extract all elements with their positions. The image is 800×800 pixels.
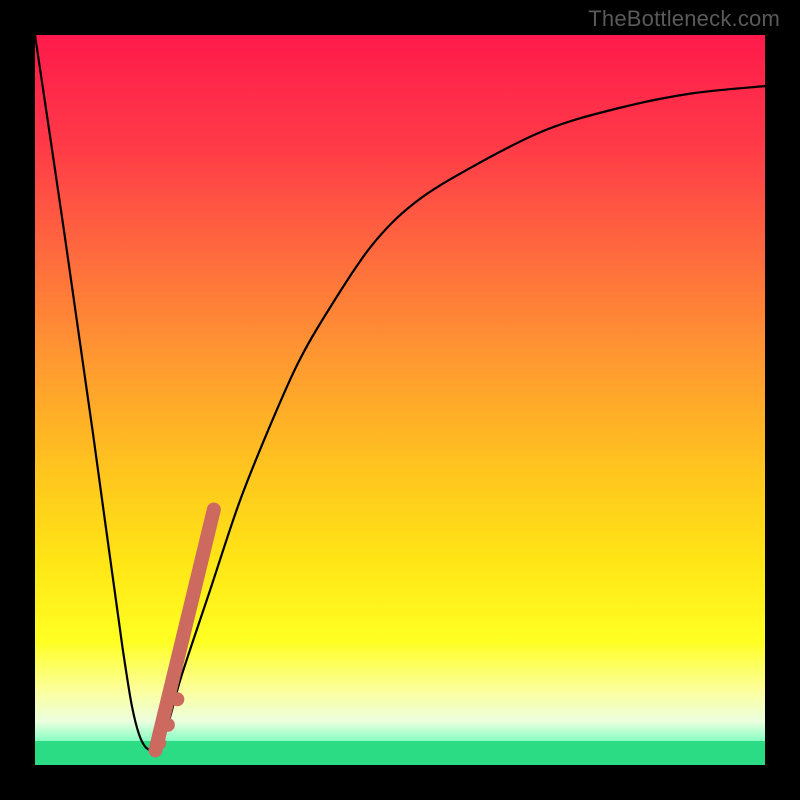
marker-dot	[161, 718, 175, 732]
chart-frame: TheBottleneck.com	[0, 0, 800, 800]
marker-dot	[152, 736, 166, 750]
gradient-background	[35, 35, 765, 765]
bottleneck-chart	[35, 35, 765, 765]
watermark-text: TheBottleneck.com	[588, 6, 780, 32]
marker-dot	[170, 692, 184, 706]
